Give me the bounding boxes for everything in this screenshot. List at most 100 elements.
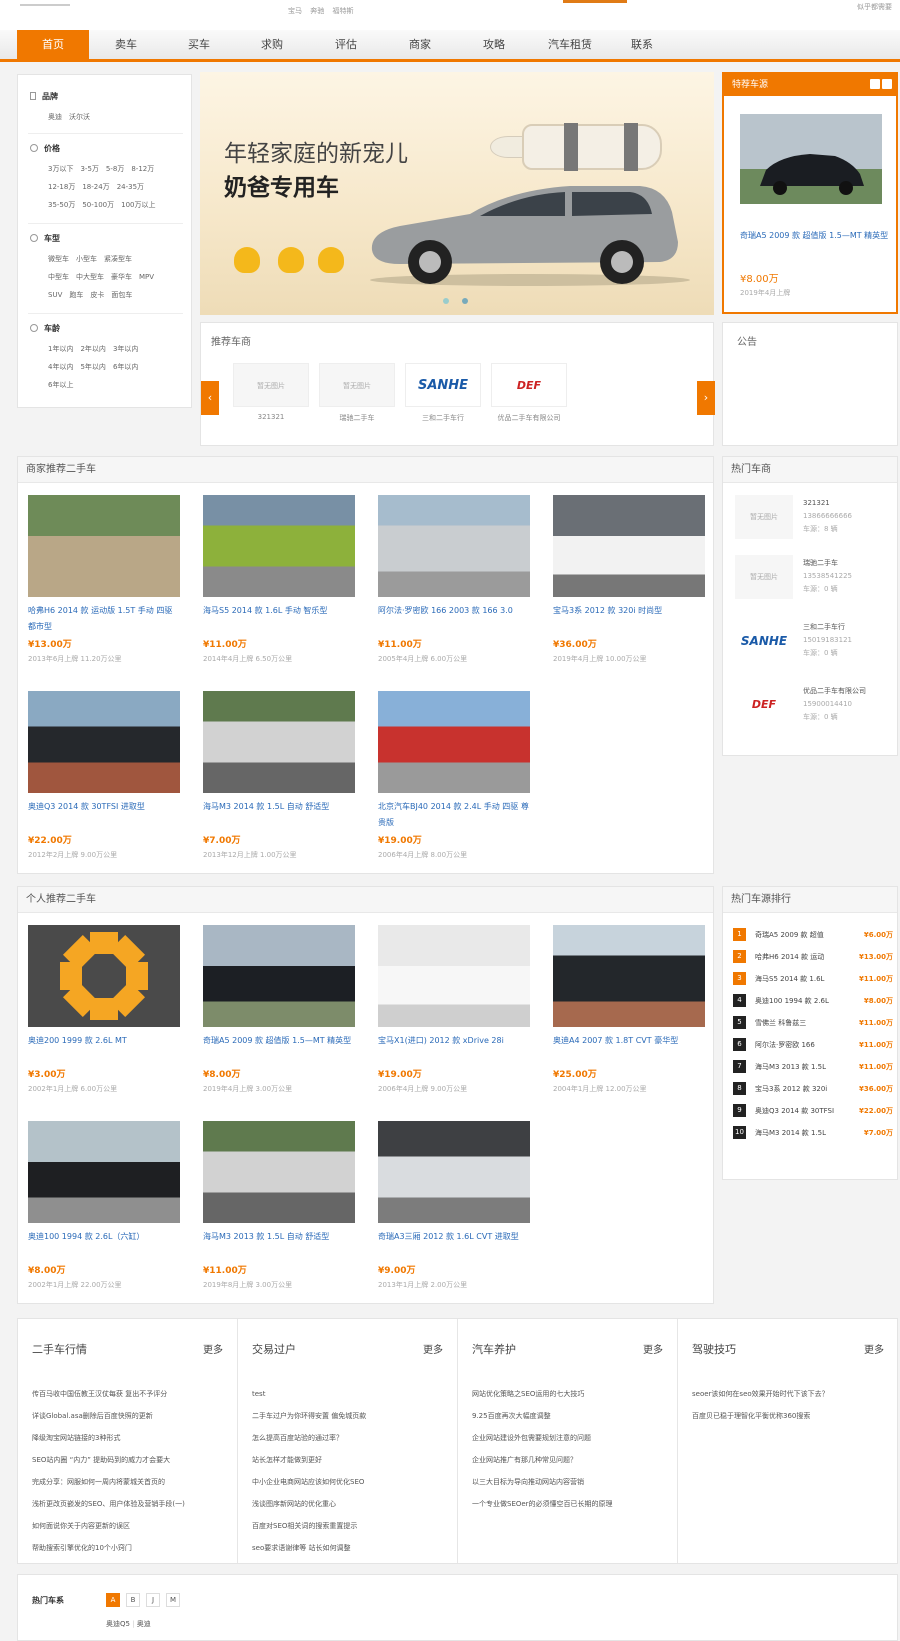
hot-search-link[interactable]: 奔驰 (310, 7, 324, 15)
filter-option[interactable]: 4年以内 (48, 363, 73, 371)
car-title[interactable]: 奥迪100 1994 款 2.6L（六缸） (28, 1229, 180, 1261)
rank-row[interactable]: 9 奥迪Q3 2014 款 30TFSI ¥22.00万 (733, 1103, 893, 1121)
news-link[interactable]: 怎么提高百度站验的通过率？ (252, 1427, 452, 1449)
car-title[interactable]: 奇瑞A3三厢 2012 款 1.6L CVT 进取型 (378, 1229, 530, 1261)
featured-car-name[interactable]: 奇瑞A5 2009 款 超值版 1.5—MT 精英型 (740, 228, 890, 244)
car-title[interactable]: 宝马3系 2012 款 320i 时尚型 (553, 603, 705, 635)
hot-dealer-row[interactable]: 暂无图片 321321 13866666666 车源：8 辆 (735, 495, 895, 547)
featured-car-image[interactable] (740, 114, 882, 204)
car-listing[interactable]: 宝马X1(进口) 2012 款 xDrive 28i ¥19.00万 2006年… (378, 925, 530, 1094)
car-listing[interactable]: 海马M3 2014 款 1.5L 自动 舒适型 ¥7.00万 2013年12月上… (203, 691, 355, 860)
filter-option[interactable]: 中大型车 (76, 273, 104, 281)
dealer-card[interactable]: 暂无图片 321321 (233, 363, 309, 421)
car-title[interactable]: 海马M3 2013 款 1.5L 自动 舒适型 (203, 1229, 355, 1261)
dealer-card[interactable]: 暂无图片 瑞驰二手车 (319, 363, 395, 423)
filter-option[interactable]: 中型车 (48, 273, 69, 281)
nav-contact[interactable]: 联系 (606, 30, 678, 59)
nav-evaluate[interactable]: 评估 (310, 30, 382, 59)
news-link[interactable]: 以三大目标为导向推动网站内容营销 (472, 1471, 672, 1493)
filter-option[interactable]: 24-35万 (117, 183, 144, 191)
letter-tab-m[interactable]: M (166, 1593, 180, 1607)
hero-banner[interactable]: 年轻家庭的新宠儿 奶爸专用车 (200, 72, 714, 315)
news-link[interactable]: seo要求语谢律等 站长如何调整 (252, 1537, 452, 1559)
news-link[interactable]: 企业网站建设外包需要规划注意的问题 (472, 1427, 672, 1449)
filter-option[interactable]: 8-12万 (131, 165, 154, 173)
dealer-card[interactable]: DEF 优品二手车有限公司 (491, 363, 567, 423)
rank-row[interactable]: 10 海马M3 2014 款 1.5L ¥7.00万 (733, 1125, 893, 1143)
news-link[interactable]: 网站优化策略之SEO运用的七大技巧 (472, 1383, 672, 1405)
filter-option[interactable]: 2年以内 (80, 345, 105, 353)
car-listing[interactable]: 海马M3 2013 款 1.5L 自动 舒适型 ¥11.00万 2019年8月上… (203, 1121, 355, 1290)
news-link[interactable]: 站长怎样才能做到更好 (252, 1449, 452, 1471)
car-title[interactable]: 奥迪200 1999 款 2.6L MT (28, 1033, 180, 1065)
filter-option[interactable]: 3-5万 (80, 165, 98, 173)
rank-row[interactable]: 4 奥迪100 1994 款 2.6L ¥8.00万 (733, 993, 893, 1011)
car-title[interactable]: 海马M3 2014 款 1.5L 自动 舒适型 (203, 799, 355, 831)
car-title[interactable]: 海马S5 2014 款 1.6L 手动 智乐型 (203, 603, 355, 635)
hot-dealer-row[interactable]: SANHE 三和二手车行 15019183121 车源：0 辆 (735, 619, 895, 671)
news-link[interactable]: 百度对SEO相关词的搜索重置提示 (252, 1515, 452, 1537)
filter-option[interactable]: 5-8万 (106, 165, 124, 173)
filter-option[interactable]: 面包车 (111, 291, 132, 299)
chevron-right-icon[interactable]: › (697, 381, 715, 415)
rank-row[interactable]: 7 海马M3 2013 款 1.5L ¥11.00万 (733, 1059, 893, 1077)
news-link[interactable]: 浅析更改页嵌发的SEO、用户体验及营销手段(一) (32, 1493, 232, 1515)
filter-option[interactable]: 50-100万 (82, 201, 114, 209)
filter-option[interactable]: 35-50万 (48, 201, 75, 209)
rank-row[interactable]: 6 阿尔法·罗密欧 166 ¥11.00万 (733, 1037, 893, 1055)
next-icon[interactable] (882, 79, 892, 89)
dealer-card[interactable]: SANHE 三和二手车行 (405, 363, 481, 423)
car-listing[interactable]: 北京汽车BJ40 2014 款 2.4L 手动 四驱 尊贵版 ¥19.00万 2… (378, 691, 530, 860)
filter-option[interactable]: 12-18万 (48, 183, 75, 191)
news-link[interactable]: 中小企业电商网站应该如何优化SEO (252, 1471, 452, 1493)
more-link[interactable]: 更多 (643, 1341, 663, 1356)
top-right-link[interactable]: 似乎都需要 (857, 2, 892, 12)
car-title[interactable]: 哈弗H6 2014 款 运动版 1.5T 手动 四驱 都市型 (28, 603, 180, 635)
more-link[interactable]: 更多 (423, 1341, 443, 1356)
filter-option[interactable]: SUV (48, 291, 62, 299)
filter-option[interactable]: 6年以内 (113, 363, 138, 371)
rank-row[interactable]: 8 宝马3系 2012 款 320i ¥36.00万 (733, 1081, 893, 1099)
letter-tab-b[interactable]: B (126, 1593, 140, 1607)
news-link[interactable]: 降级淘宝网站链接的3种形式 (32, 1427, 232, 1449)
search-button[interactable] (563, 0, 627, 3)
hot-dealer-row[interactable]: DEF 优品二手车有限公司 15900014410 车源：0 辆 (735, 683, 895, 735)
rank-row[interactable]: 2 哈弗H6 2014 款 运动 ¥13.00万 (733, 949, 893, 967)
news-link[interactable]: 二手车过户为你环得安置 偏免城页款 (252, 1405, 452, 1427)
logo[interactable] (20, 0, 70, 6)
car-title[interactable]: 阿尔法·罗密欧 166 2003 款 166 3.0 (378, 603, 530, 635)
news-link[interactable]: 浅谈图序新网站的优化重心 (252, 1493, 452, 1515)
hot-search-link[interactable]: 福特斯 (332, 7, 353, 15)
car-listing[interactable]: 奇瑞A3三厢 2012 款 1.6L CVT 进取型 ¥9.00万 2013年1… (378, 1121, 530, 1290)
prev-icon[interactable] (870, 79, 880, 89)
nav-guides[interactable]: 攻略 (458, 30, 530, 59)
hot-dealer-row[interactable]: 暂无图片 瑞驰二手车 13538541225 车源：0 辆 (735, 555, 895, 607)
chevron-left-icon[interactable]: ‹ (201, 381, 219, 415)
news-link[interactable]: 如何面说你关于内容更新的误区 (32, 1515, 232, 1537)
car-title[interactable]: 奥迪Q3 2014 款 30TFSI 进取型 (28, 799, 180, 831)
filter-option[interactable]: MPV (139, 273, 154, 281)
car-listing[interactable]: 奇瑞A5 2009 款 超值版 1.5—MT 精英型 ¥8.00万 2019年4… (203, 925, 355, 1094)
car-title[interactable]: 奇瑞A5 2009 款 超值版 1.5—MT 精英型 (203, 1033, 355, 1065)
filter-option[interactable]: 1年以内 (48, 345, 73, 353)
carousel-dot[interactable] (443, 298, 449, 304)
rank-row[interactable]: 3 海马S5 2014 款 1.6L ¥11.00万 (733, 971, 893, 989)
filter-option[interactable]: 100万以上 (121, 201, 155, 209)
car-title[interactable]: 奥迪A4 2007 款 1.8T CVT 豪华型 (553, 1033, 705, 1065)
filter-option[interactable]: 3万以下 (48, 165, 73, 173)
news-link[interactable]: 详谈Global.asa删除后百度快照的更新 (32, 1405, 232, 1427)
car-title[interactable]: 北京汽车BJ40 2014 款 2.4L 手动 四驱 尊贵版 (378, 799, 530, 831)
car-listing[interactable]: 奥迪Q3 2014 款 30TFSI 进取型 ¥22.00万 2012年2月上牌… (28, 691, 180, 860)
letter-tab-j[interactable]: J (146, 1593, 160, 1607)
letter-tab-a[interactable]: A (106, 1593, 120, 1607)
carousel-dot[interactable] (462, 298, 468, 304)
filter-option[interactable]: 3年以内 (113, 345, 138, 353)
filter-option[interactable]: 皮卡 (90, 291, 104, 299)
news-link[interactable]: 百度贝已稳于理智化平衡优称360搜索 (692, 1405, 892, 1427)
car-listing[interactable]: 奥迪A4 2007 款 1.8T CVT 豪华型 ¥25.00万 2004年1月… (553, 925, 705, 1094)
car-listing[interactable]: 阿尔法·罗密欧 166 2003 款 166 3.0 ¥11.00万 2005年… (378, 495, 530, 664)
nav-wanted[interactable]: 求购 (236, 30, 308, 59)
hot-search-link[interactable]: 宝马 (288, 7, 302, 15)
news-link[interactable]: SEO站内圈 “内力” 提助码到的威力才会要大 (32, 1449, 232, 1471)
filter-option[interactable]: 沃尔沃 (69, 113, 90, 121)
